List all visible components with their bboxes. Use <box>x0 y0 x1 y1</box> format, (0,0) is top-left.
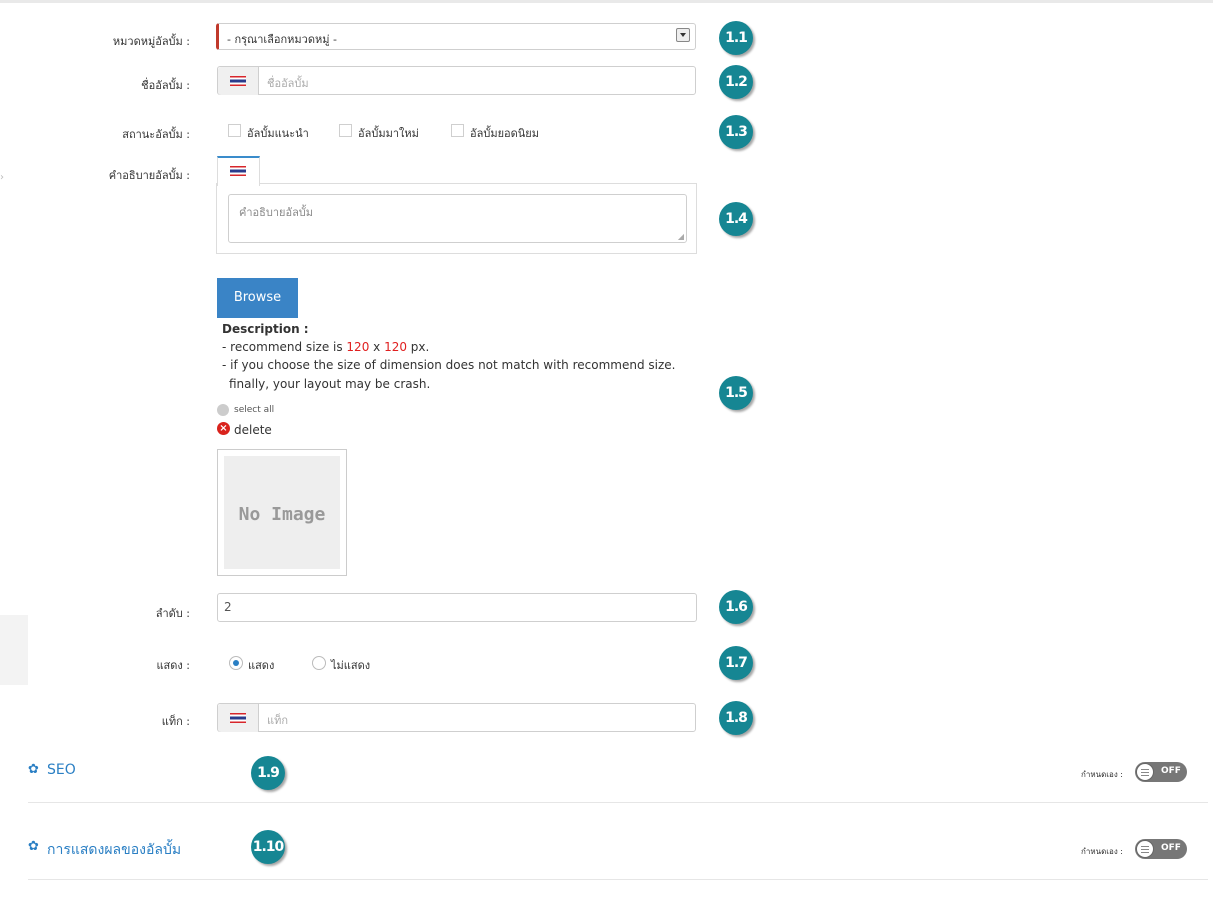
image-preview-frame: No Image <box>217 449 347 576</box>
select-all-label[interactable]: select all <box>234 405 274 415</box>
album-display-custom-toggle[interactable]: OFF <box>1135 839 1187 859</box>
flag-th-icon <box>230 166 246 176</box>
language-tab-th[interactable] <box>217 156 260 186</box>
description-textarea[interactable]: คำอธิบายอัลบั้ม ◢ <box>228 194 687 243</box>
size-separator: x <box>369 340 385 354</box>
toggle-knob-icon <box>1136 840 1154 858</box>
top-divider <box>0 0 1213 3</box>
order-label: ลำดับ : <box>155 607 190 620</box>
description-placeholder: คำอธิบายอัลบั้ม <box>239 206 314 219</box>
status-option-label: อัลบั้มยอดนิยม <box>470 127 539 140</box>
tag-label: แท็ก : <box>161 715 190 728</box>
custom-label: กำหนดเอง : <box>1081 770 1123 779</box>
description-label: คำอธิบายอัลบั้ม : <box>108 169 190 182</box>
gear-icon: ✿ <box>28 839 39 854</box>
display-label: แสดง : <box>156 659 190 672</box>
no-image-text: No Image <box>238 504 326 525</box>
tag-field[interactable]: แท็ก <box>217 703 696 732</box>
left-sidebar-edge <box>0 615 28 685</box>
tag-placeholder: แท็ก <box>267 714 289 727</box>
chevron-down-icon[interactable] <box>676 28 690 42</box>
album-name-field[interactable]: ชื่ออัลบั้ม <box>217 66 696 95</box>
album-display-section-title[interactable]: การแสดงผลของอัลบั้ม <box>47 839 181 861</box>
step-badge: 1.7 <box>719 646 753 680</box>
select-all-radio[interactable] <box>217 404 229 416</box>
size-text: - recommend size is <box>222 340 347 354</box>
album-status-label: สถานะอัลบั้ม : <box>122 128 190 141</box>
step-badge: 1.5 <box>719 376 753 410</box>
step-badge: 1.10 <box>251 830 285 864</box>
display-show-radio[interactable] <box>229 656 243 670</box>
seo-custom-toggle[interactable]: OFF <box>1135 762 1187 782</box>
step-badge: 1.6 <box>719 590 753 624</box>
delete-icon[interactable]: × <box>217 422 230 435</box>
size-width: 120 <box>346 340 370 354</box>
display-hide-radio[interactable] <box>312 656 326 670</box>
size-unit: px. <box>406 340 430 354</box>
browse-button[interactable]: Browse <box>217 278 298 318</box>
section-divider <box>28 879 1208 880</box>
toggle-state: OFF <box>1161 843 1181 853</box>
image-description-warning: - if you choose the size of dimension do… <box>222 358 676 372</box>
image-description-size: - recommend size is 120 x 120 px. <box>222 339 429 355</box>
status-option-label: อัลบั้มมาใหม่ <box>358 127 419 140</box>
album-name-label: ชื่ออัลบั้ม : <box>141 79 190 92</box>
section-divider <box>28 802 1208 803</box>
category-select-value: - กรุณาเลือกหมวดหมู่ - <box>227 33 337 46</box>
display-option-label: แสดง <box>248 659 275 672</box>
resize-handle-icon[interactable]: ◢ <box>678 232 684 241</box>
order-field[interactable]: 2 <box>217 593 697 622</box>
flag-th-icon <box>218 67 259 95</box>
step-badge: 1.8 <box>719 701 753 735</box>
status-checkbox-recommended[interactable] <box>228 124 241 137</box>
gear-icon: ✿ <box>28 762 39 777</box>
delete-label[interactable]: delete <box>234 423 272 437</box>
step-badge: 1.9 <box>251 756 285 790</box>
category-label: หมวดหมู่อัลบั้ม : <box>112 35 190 48</box>
image-description-warning-2: finally, your layout may be crash. <box>229 377 431 391</box>
size-height: 120 <box>384 340 407 354</box>
seo-section-title[interactable]: SEO <box>47 762 76 778</box>
toggle-state: OFF <box>1161 766 1181 776</box>
custom-label: กำหนดเอง : <box>1081 847 1123 856</box>
flag-th-icon <box>218 704 259 732</box>
display-option-label: ไม่แสดง <box>331 659 371 672</box>
step-badge: 1.4 <box>719 202 753 236</box>
image-placeholder: No Image <box>224 456 340 569</box>
album-name-placeholder: ชื่ออัลบั้ม <box>267 77 309 90</box>
status-option-label: อัลบั้มแนะนำ <box>247 127 309 140</box>
step-badge: 1.3 <box>719 115 753 149</box>
step-badge: 1.2 <box>719 65 753 99</box>
category-select[interactable]: - กรุณาเลือกหมวดหมู่ - <box>216 23 696 50</box>
image-description-title: Description : <box>222 322 309 336</box>
status-checkbox-popular[interactable] <box>451 124 464 137</box>
status-checkbox-new[interactable] <box>339 124 352 137</box>
step-badge: 1.1 <box>719 21 753 55</box>
toggle-knob-icon <box>1136 763 1154 781</box>
